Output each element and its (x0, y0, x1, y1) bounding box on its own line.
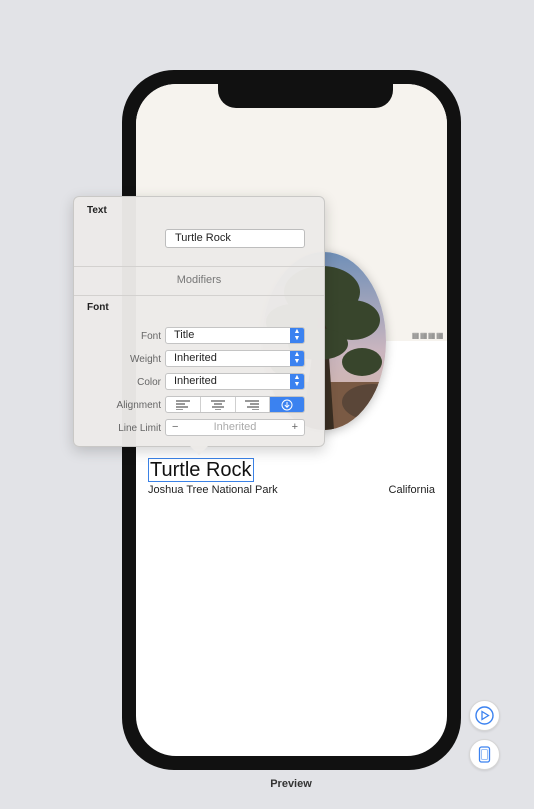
line-limit-value: Inherited (213, 421, 257, 433)
color-select[interactable]: Inherited ▲ ▼ (165, 373, 305, 390)
text-section-header: Text (87, 205, 107, 216)
align-center-icon (210, 400, 225, 410)
preview-on-device-button[interactable] (469, 739, 500, 770)
weight-select[interactable]: Inherited ▲ ▼ (165, 350, 305, 367)
landmark-title[interactable]: Turtle Rock (148, 458, 254, 482)
live-preview-button[interactable] (469, 700, 500, 731)
alignment-row-label: Alignment (116, 400, 161, 411)
align-left-button[interactable] (166, 397, 201, 412)
line-limit-stepper[interactable]: − Inherited + (165, 419, 305, 436)
inspector-popover: Text Turtle Rock Modifiers Font Font Tit… (73, 196, 325, 455)
increment-button[interactable]: + (292, 420, 298, 435)
modifiers-label: Modifiers (176, 274, 222, 286)
canvas-label: Preview (270, 778, 312, 790)
font-select-value: Title (174, 329, 195, 341)
weight-row-label: Weight (130, 354, 161, 365)
align-left-icon (175, 400, 190, 410)
chevron-updown-icon: ▲ ▼ (290, 328, 304, 343)
divider (74, 266, 324, 267)
state-name: California (388, 484, 435, 496)
play-circle-icon (475, 706, 494, 725)
font-row-label: Font (140, 331, 161, 342)
line-limit-row-label: Line Limit (118, 423, 161, 434)
device-notch (218, 84, 393, 108)
font-select[interactable]: Title ▲ ▼ (165, 327, 305, 344)
device-icon (478, 746, 491, 763)
alignment-segmented-control (165, 396, 305, 413)
chevron-updown-icon: ▲ ▼ (290, 351, 304, 366)
chevron-updown-icon: ▲ ▼ (290, 374, 304, 389)
font-section-header: Font (87, 302, 109, 313)
align-natural-button[interactable] (270, 397, 304, 412)
color-row-label: Color (137, 377, 161, 388)
weight-select-value: Inherited (174, 352, 217, 364)
download-circle-icon (281, 399, 293, 410)
text-content-field[interactable]: Turtle Rock (165, 229, 305, 248)
align-right-icon (245, 400, 260, 410)
map-legal-label: ▦▦▦▦ (411, 331, 444, 340)
divider (74, 295, 324, 296)
color-select-value: Inherited (174, 375, 217, 387)
align-center-button[interactable] (201, 397, 236, 412)
park-name: Joshua Tree National Park (148, 484, 278, 496)
popover-arrow (190, 446, 208, 455)
align-right-button[interactable] (236, 397, 271, 412)
